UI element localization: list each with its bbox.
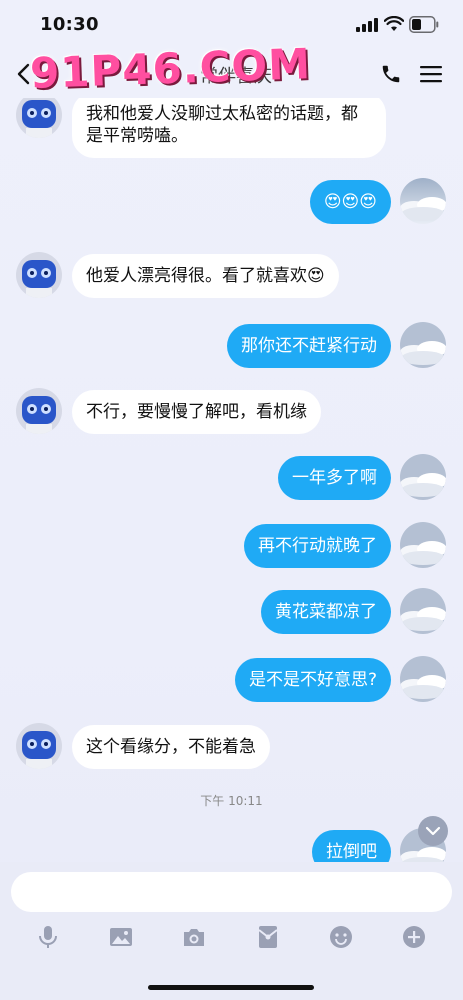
wifi-icon: [384, 16, 404, 31]
battery-icon: [409, 16, 439, 33]
outgoing-message-bubble[interactable]: 😍😍😍: [309, 180, 391, 224]
red-packet-icon[interactable]: [255, 924, 281, 950]
menu-icon[interactable]: [420, 64, 442, 84]
message-input[interactable]: [11, 872, 452, 912]
outgoing-message-bubble[interactable]: 那你还不赶紧行动: [227, 324, 391, 368]
outgoing-message-bubble[interactable]: 拉倒吧: [312, 830, 391, 862]
scroll-down-button[interactable]: [418, 816, 448, 846]
time-divider: 下午 10:11: [200, 794, 263, 808]
outgoing-message-bubble[interactable]: 是不是不好意思?: [234, 658, 391, 702]
phone-icon[interactable]: [380, 63, 402, 85]
user-avatar[interactable]: [400, 588, 446, 634]
chevron-down-icon: [425, 826, 441, 836]
incoming-message-bubble[interactable]: 这个看缘分，不能着急: [72, 725, 270, 769]
watermark-logo: 91P46.COM: [29, 39, 312, 98]
chat-header: 常伴喜庆 91P46.COM: [0, 39, 463, 98]
user-avatar[interactable]: [400, 656, 446, 702]
contact-avatar[interactable]: [16, 98, 62, 138]
contact-avatar[interactable]: [16, 723, 62, 769]
incoming-message-bubble[interactable]: 我和他爱人没聊过太私密的话题，都是平常唠嗑。: [72, 98, 386, 158]
outgoing-message-bubble[interactable]: 再不行动就晚了: [244, 524, 391, 568]
incoming-message-bubble[interactable]: 不行，要慢慢了解吧，看机缘: [72, 390, 321, 434]
contact-avatar[interactable]: [16, 388, 62, 434]
outgoing-message-bubble[interactable]: 黄花菜都凉了: [261, 590, 391, 634]
emoji-icon[interactable]: [328, 924, 354, 950]
home-indicator: [148, 985, 314, 990]
microphone-icon[interactable]: [35, 924, 61, 950]
image-icon[interactable]: [108, 924, 134, 950]
plus-icon[interactable]: [401, 924, 427, 950]
user-avatar[interactable]: [400, 322, 446, 368]
status-time: 10:30: [40, 14, 99, 35]
input-area: [0, 862, 463, 1000]
contact-avatar[interactable]: [16, 252, 62, 298]
message-list[interactable]: 我和他爱人没聊过太私密的话题，都是平常唠嗑。 😍😍😍 他爱人漂亮得很。看了就喜欢…: [0, 98, 463, 862]
outgoing-message-bubble[interactable]: 一年多了啊: [278, 456, 391, 500]
signal-icon: [356, 18, 378, 32]
user-avatar[interactable]: [400, 522, 446, 568]
camera-icon[interactable]: [181, 924, 207, 950]
incoming-message-bubble[interactable]: 他爱人漂亮得很。看了就喜欢😍: [72, 254, 339, 298]
user-avatar[interactable]: [400, 454, 446, 500]
user-avatar[interactable]: [400, 178, 446, 224]
